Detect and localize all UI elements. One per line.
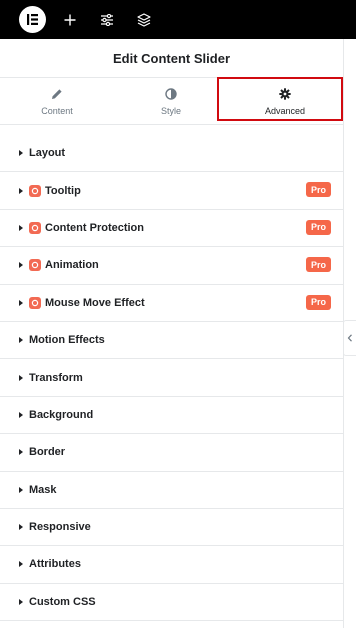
pencil-icon <box>51 86 63 102</box>
caret-right-icon <box>19 524 23 531</box>
pro-addon-icon <box>29 221 41 234</box>
section-label: Animation <box>45 259 99 272</box>
contrast-icon <box>165 86 177 102</box>
section-responsive[interactable]: Responsive <box>0 509 343 547</box>
layers-icon[interactable] <box>133 9 155 31</box>
section-mask[interactable]: Mask <box>0 472 343 509</box>
editor-panel: Edit Content Slider Content Style Advanc… <box>0 39 344 628</box>
chevron-left-icon <box>347 334 352 342</box>
panel-tabs: Content Style Advanced <box>0 78 343 125</box>
section-attributes[interactable]: Attributes <box>0 546 343 584</box>
top-toolbar <box>0 0 356 39</box>
elementor-logo-icon[interactable] <box>19 6 46 33</box>
caret-right-icon <box>19 598 23 605</box>
tab-advanced-label: Advanced <box>264 106 306 116</box>
section-layout[interactable]: Layout <box>0 135 343 173</box>
section-label: Attributes <box>29 558 81 571</box>
sliders-icon[interactable] <box>96 9 118 31</box>
section-label: Content Protection <box>45 221 144 234</box>
section-label: Layout <box>29 147 66 160</box>
caret-right-icon <box>19 224 23 231</box>
section-motion-effects[interactable]: Motion Effects <box>0 322 343 360</box>
caret-right-icon <box>19 561 23 568</box>
caret-right-icon <box>19 374 23 381</box>
tab-advanced[interactable]: Advanced <box>228 78 342 124</box>
pro-badge: Pro <box>305 294 331 310</box>
caret-right-icon <box>19 337 23 344</box>
gear-icon <box>279 86 291 102</box>
caret-right-icon <box>19 299 23 306</box>
section-custom-css[interactable]: Custom CSS <box>0 584 343 622</box>
tab-style-label: Style <box>160 106 181 116</box>
section-label: Responsive <box>29 521 91 534</box>
section-animation[interactable]: Animation Pro <box>0 247 343 285</box>
section-tooltip[interactable]: Tooltip Pro <box>0 172 343 210</box>
section-label: Tooltip <box>45 184 81 197</box>
plus-icon[interactable] <box>59 9 81 31</box>
pro-badge: Pro <box>305 257 331 273</box>
section-content-protection[interactable]: Content Protection Pro <box>0 210 343 248</box>
section-mouse-move-effect[interactable]: Mouse Move Effect Pro <box>0 285 343 322</box>
caret-right-icon <box>19 486 23 493</box>
tab-content[interactable]: Content <box>0 78 114 124</box>
pro-badge: Pro <box>305 219 331 235</box>
pro-addon-icon <box>29 259 41 272</box>
panel-title: Edit Content Slider <box>0 39 343 78</box>
section-label: Background <box>29 408 94 421</box>
section-label: Motion Effects <box>29 334 105 347</box>
pro-addon-icon <box>29 184 41 197</box>
section-label: Transform <box>29 371 83 384</box>
section-label: Custom CSS <box>29 595 96 608</box>
section-border[interactable]: Border <box>0 434 343 472</box>
section-transform[interactable]: Transform <box>0 359 343 397</box>
pro-badge: Pro <box>305 182 331 198</box>
caret-right-icon <box>19 262 23 269</box>
caret-right-icon <box>19 411 23 418</box>
tab-style[interactable]: Style <box>114 78 228 124</box>
section-label: Border <box>29 446 66 459</box>
caret-right-icon <box>19 449 23 456</box>
section-background[interactable]: Background <box>0 397 343 435</box>
sections-list: Layout Tooltip Pro Content Protection Pr… <box>0 135 343 622</box>
caret-right-icon <box>19 150 23 157</box>
collapse-panel-handle[interactable] <box>343 320 356 356</box>
section-label: Mouse Move Effect <box>45 296 145 309</box>
caret-right-icon <box>19 187 23 194</box>
section-label: Mask <box>29 483 57 496</box>
tab-content-label: Content <box>41 106 73 116</box>
pro-addon-icon <box>29 296 41 309</box>
